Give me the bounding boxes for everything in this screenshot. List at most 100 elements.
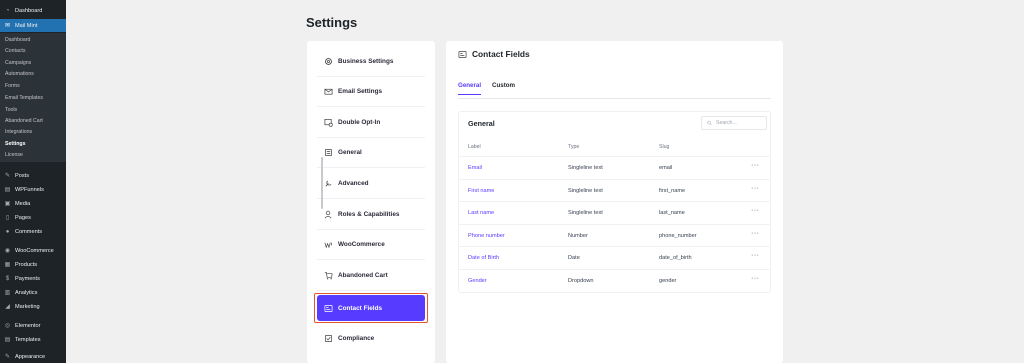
column-header-type: Type	[568, 144, 580, 150]
more-options-icon[interactable]: ···	[751, 230, 760, 237]
table-scrollbar[interactable]	[321, 157, 323, 209]
funnel-icon: ▤	[4, 187, 11, 193]
sidebar-item-wpfunnels[interactable]: ▤ WPFunnels	[0, 183, 66, 196]
panel-title: Contact Fields	[472, 49, 530, 59]
sidebar-item-label: Pages	[15, 214, 31, 221]
nav-label: Double Opt-In	[338, 119, 381, 126]
field-slug: phone_number	[659, 232, 697, 239]
field-label-link[interactable]: Email	[468, 165, 482, 171]
mail-mint-submenu: Dashboard Contacts Campaigns Automations…	[0, 33, 66, 162]
sidebar-item-media[interactable]: ▣ Media	[0, 197, 66, 210]
submenu-item-dashboard[interactable]: Dashboard	[5, 37, 30, 43]
field-label-link[interactable]: Gender	[468, 278, 487, 284]
tab-custom[interactable]: Custom	[492, 82, 515, 94]
field-type: Singleline text	[568, 165, 603, 171]
table-row: Date of Birth Date date_of_birth ···	[459, 246, 771, 269]
field-type: Singleline text	[568, 210, 603, 216]
table-row: Email Singleline text email ···	[459, 156, 771, 179]
submenu-item-license[interactable]: License	[5, 152, 23, 158]
sidebar-item-payments[interactable]: $ Payments	[0, 272, 66, 285]
table-row: First name Singleline text first_name ··…	[459, 178, 771, 202]
submenu-item-email-templates[interactable]: Email Templates	[5, 95, 43, 101]
envelope-icon	[324, 87, 333, 96]
templates-icon: ▤	[4, 337, 11, 343]
pages-icon: ▯	[5, 215, 10, 221]
submenu-item-settings[interactable]: Settings	[5, 141, 25, 147]
sidebar-item-label: WooCommerce	[15, 247, 54, 254]
sidebar-item-comments[interactable]: ● Comments	[0, 225, 66, 238]
search-input[interactable]	[716, 120, 766, 126]
sidebar-item-products[interactable]: ▦ Products	[0, 258, 66, 271]
field-slug: gender	[659, 277, 677, 284]
field-label-link[interactable]: First name	[468, 188, 494, 194]
sidebar-item-marketing[interactable]: ◢ Marketing	[0, 300, 66, 313]
field-label-link[interactable]: Phone number	[468, 233, 505, 239]
nav-contact-fields[interactable]: Contact Fields	[317, 295, 425, 321]
sidebar-item-label: Mail Mint	[15, 22, 38, 29]
field-slug: date_of_birth	[659, 255, 692, 261]
table-row: Gender Dropdown gender ···	[459, 268, 771, 292]
nav-roles-capabilities[interactable]: Roles & Capabilities	[317, 200, 425, 230]
pin-icon: ✎	[4, 173, 11, 179]
sidebar-item-dashboard[interactable]: ◔ Dashboard	[0, 4, 66, 17]
settings-nav: Business Settings Email Settings Double …	[307, 41, 435, 363]
nav-woocommerce[interactable]: WooCommerce	[317, 230, 425, 260]
card-title: General	[468, 119, 495, 128]
submenu-item-integrations[interactable]: Integrations	[5, 129, 32, 135]
sidebar-item-label: WPFunnels	[15, 186, 44, 193]
field-slug: last_name	[659, 210, 685, 216]
submenu-item-automations[interactable]: Automations	[5, 71, 34, 77]
contact-fields-icon	[324, 304, 333, 313]
nav-general[interactable]: General	[317, 138, 425, 168]
sidebar-item-posts[interactable]: ✎ Posts	[0, 169, 66, 182]
sidebar-item-appearance[interactable]: ✎ Appearance	[0, 350, 66, 363]
tab-bar: General Custom	[458, 81, 771, 99]
more-options-icon[interactable]: ···	[751, 275, 760, 282]
tab-general[interactable]: General	[458, 82, 482, 95]
general-icon	[324, 148, 333, 157]
comment-icon: ●	[5, 228, 10, 235]
sidebar-item-mail-mint[interactable]: ✉ Mail Mint	[0, 19, 66, 32]
nav-abandoned-cart[interactable]: Abandoned Cart	[317, 261, 425, 291]
nav-label: Business Settings	[338, 58, 394, 65]
submenu-item-contacts[interactable]: Contacts	[5, 48, 25, 54]
more-options-icon[interactable]: ···	[751, 252, 760, 259]
sidebar-item-label: Comments	[15, 228, 43, 235]
submenu-item-tools[interactable]: Tools	[5, 107, 17, 113]
field-label-link[interactable]: Date of Birth	[468, 255, 499, 261]
sidebar-item-analytics[interactable]: ▥ Analytics	[0, 286, 66, 299]
nav-double-opt-in[interactable]: Double Opt-In	[317, 108, 425, 138]
submenu-item-campaigns[interactable]: Campaigns	[5, 60, 31, 66]
nav-label: WooCommerce	[338, 241, 385, 248]
sidebar-item-label: Posts	[15, 172, 29, 179]
sidebar-item-templates[interactable]: ▤ Templates	[0, 333, 66, 346]
more-options-icon[interactable]: ···	[751, 185, 760, 192]
field-type: Number	[568, 232, 588, 239]
fields-table-card: General Label Type Slug Email Singleline…	[458, 111, 771, 293]
roles-icon	[324, 210, 333, 219]
submenu-item-abandoned-cart[interactable]: Abandoned Cart	[5, 118, 43, 124]
appearance-icon: ✎	[4, 354, 11, 360]
sidebar-item-label: Templates	[15, 336, 41, 343]
sidebar-item-label: Marketing	[15, 303, 40, 310]
nav-label: Roles & Capabilities	[338, 211, 400, 218]
field-type: Date	[568, 255, 580, 261]
sidebar-item-pages[interactable]: ▯ Pages	[0, 211, 66, 224]
products-icon: ▦	[4, 262, 11, 268]
more-options-icon[interactable]: ···	[751, 207, 760, 214]
field-label-link[interactable]: Last name	[468, 210, 494, 216]
nav-business-settings[interactable]: Business Settings	[317, 47, 425, 77]
sidebar-item-elementor[interactable]: ◎ Elementor	[0, 319, 66, 332]
more-options-icon[interactable]: ···	[751, 162, 760, 169]
optin-icon	[324, 118, 333, 127]
sidebar-item-label: Appearance	[15, 353, 46, 360]
marketing-icon: ◢	[5, 304, 10, 310]
submenu-item-forms[interactable]: Forms	[5, 83, 20, 89]
sidebar-item-woocommerce[interactable]: ◉ WooCommerce	[0, 244, 66, 257]
nav-advanced[interactable]: Advanced	[317, 169, 425, 199]
nav-email-settings[interactable]: Email Settings	[317, 77, 425, 107]
nav-compliance[interactable]: Compliance	[317, 323, 425, 353]
column-header-label: Label	[468, 144, 481, 150]
advanced-icon	[324, 179, 333, 188]
nav-label: Advanced	[338, 180, 369, 187]
